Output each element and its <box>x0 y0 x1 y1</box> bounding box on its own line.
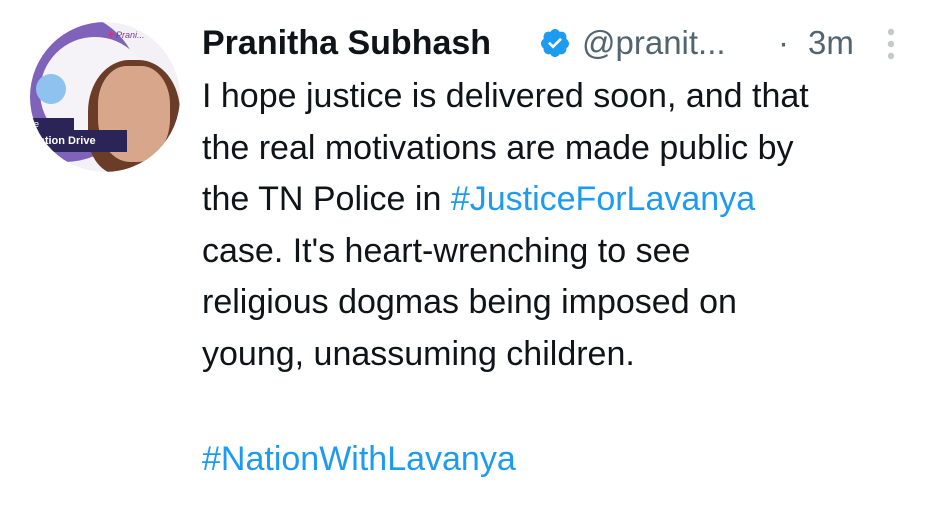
timestamp-separator: · <box>778 24 789 61</box>
tweet-line: young, unassuming children. <box>202 334 635 373</box>
user-handle[interactable]: @pranit... <box>582 18 726 68</box>
tweet-line: the TN Police in #JusticeForLavanya <box>202 174 932 226</box>
hashtag-link[interactable]: #JusticeForLavanya <box>451 180 755 218</box>
tweet-header: Pranitha Subhash @pranit... · 3m <box>202 18 922 68</box>
tweet-line: religious dogmas being imposed on <box>202 283 737 321</box>
tweet-line: the real motivations are made public by <box>202 128 794 167</box>
tweet-body: I hope justice is delivered soon, and th… <box>202 71 932 380</box>
hashtag-link[interactable]: #NationWithLavanya <box>202 434 516 486</box>
timestamp[interactable]: 3m <box>808 18 854 68</box>
tweet-line: I hope justice is delivered soon, and th… <box>202 77 809 115</box>
verified-badge-icon <box>540 29 569 57</box>
tweet-card[interactable]: ✦ Prani... e nation Drive Pranitha Subha… <box>0 0 945 515</box>
display-name[interactable]: Pranitha Subhash <box>202 18 491 68</box>
avatar-banner-top: e <box>30 118 74 130</box>
tweet-line-text: the TN Police in <box>202 180 451 218</box>
virus-icon <box>36 74 66 104</box>
tweet-line: case. It's heart-wrenching to see <box>202 231 691 270</box>
avatar-banner: nation Drive <box>30 130 127 152</box>
avatar[interactable]: ✦ Prani... e nation Drive <box>30 22 180 172</box>
more-options-icon[interactable] <box>884 24 898 64</box>
foundation-logo-text: Prani... <box>116 30 145 40</box>
foundation-logo-icon: ✦ <box>106 28 117 42</box>
